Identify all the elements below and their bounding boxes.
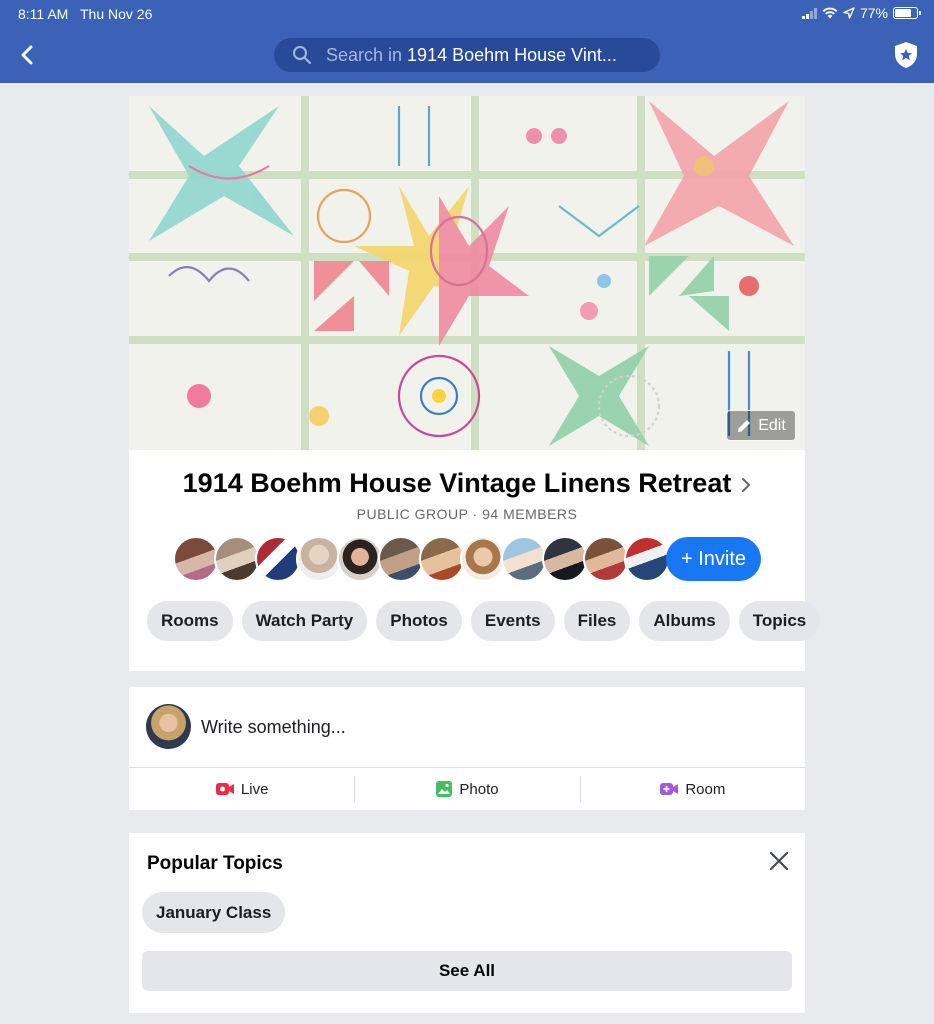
member-avatar[interactable] — [378, 536, 424, 582]
popular-topics-title: Popular Topics — [147, 853, 283, 874]
search-query: 1914 Boehm House Vint... — [407, 44, 617, 65]
invite-button[interactable]: + Invite — [666, 537, 761, 581]
member-avatar[interactable] — [337, 536, 383, 582]
edit-cover-button[interactable]: Edit — [726, 410, 796, 441]
tab-rooms[interactable]: Rooms — [147, 601, 233, 641]
photo-icon — [436, 781, 453, 797]
admin-shield-icon[interactable] — [892, 40, 920, 70]
photo-button[interactable]: Photo — [354, 768, 579, 810]
top-navigation-bar: 8:11 AM Thu Nov 26 77% Search in 1914 Bo… — [0, 0, 934, 83]
live-video-icon — [215, 783, 234, 795]
wifi-icon — [822, 7, 838, 19]
member-avatar[interactable] — [624, 536, 670, 582]
status-right: 77% — [801, 5, 921, 21]
live-button[interactable]: Live — [129, 768, 354, 810]
room-label: Room — [685, 780, 726, 798]
member-avatar[interactable] — [255, 536, 301, 582]
status-date: Thu Nov 26 — [80, 6, 153, 22]
pencil-icon — [738, 419, 751, 432]
tab-watch-party[interactable]: Watch Party — [241, 601, 368, 641]
composer-actions: Live Photo Room — [129, 768, 805, 810]
see-all-button[interactable]: See All — [142, 951, 792, 991]
member-avatar[interactable] — [173, 536, 219, 582]
member-avatar[interactable] — [583, 536, 629, 582]
group-meta: PUBLIC GROUP · 94 MEMBERS — [356, 506, 578, 522]
post-composer: Write something... Live Photo Room — [129, 687, 805, 810]
member-avatars[interactable] — [173, 536, 670, 582]
search-prefix: Search in — [326, 44, 403, 65]
member-avatar[interactable] — [501, 536, 547, 582]
search-icon — [293, 46, 311, 64]
group-header-card: Edit 1914 Boehm House Vintage Linens Ret… — [129, 96, 821, 671]
back-chevron-icon[interactable] — [16, 43, 40, 67]
battery-icon — [893, 7, 921, 19]
chevron-right-icon — [742, 477, 751, 492]
edit-label: Edit — [758, 416, 786, 434]
member-avatar[interactable] — [542, 536, 588, 582]
user-avatar[interactable] — [146, 704, 191, 749]
status-bar: 8:11 AM Thu Nov 26 77% — [0, 4, 934, 24]
group-title[interactable]: 1914 Boehm House Vintage Linens Retreat — [129, 468, 805, 499]
member-avatar[interactable] — [296, 536, 342, 582]
topic-chip[interactable]: January Class — [142, 892, 286, 933]
tab-files[interactable]: Files — [563, 601, 631, 641]
member-avatar[interactable] — [214, 536, 260, 582]
cellular-signal-icon — [801, 7, 817, 19]
tab-events[interactable]: Events — [470, 601, 555, 641]
photo-label: Photo — [459, 780, 499, 798]
live-label: Live — [240, 780, 269, 798]
battery-percent: 77% — [859, 5, 888, 21]
member-avatar[interactable] — [460, 536, 506, 582]
group-tabs: Rooms Watch Party Photos Events Files Al… — [147, 601, 821, 641]
tab-photos[interactable]: Photos — [376, 601, 462, 641]
room-button[interactable]: Room — [579, 768, 805, 810]
member-avatar[interactable] — [419, 536, 465, 582]
tab-albums[interactable]: Albums — [639, 601, 730, 641]
room-video-icon — [660, 783, 679, 795]
popular-topics-card: Popular Topics January Class See All — [129, 833, 805, 1013]
group-cover-photo: Edit — [129, 96, 805, 450]
close-icon[interactable] — [767, 849, 791, 873]
group-search-input[interactable]: Search in 1914 Boehm House Vint... — [274, 38, 660, 72]
group-title-text: 1914 Boehm House Vintage Linens Retreat — [182, 468, 732, 498]
write-something-input[interactable]: Write something... — [201, 717, 346, 738]
status-time: 8:11 AM — [18, 6, 69, 22]
location-arrow-icon — [843, 7, 855, 19]
tab-topics[interactable]: Topics — [738, 601, 821, 641]
